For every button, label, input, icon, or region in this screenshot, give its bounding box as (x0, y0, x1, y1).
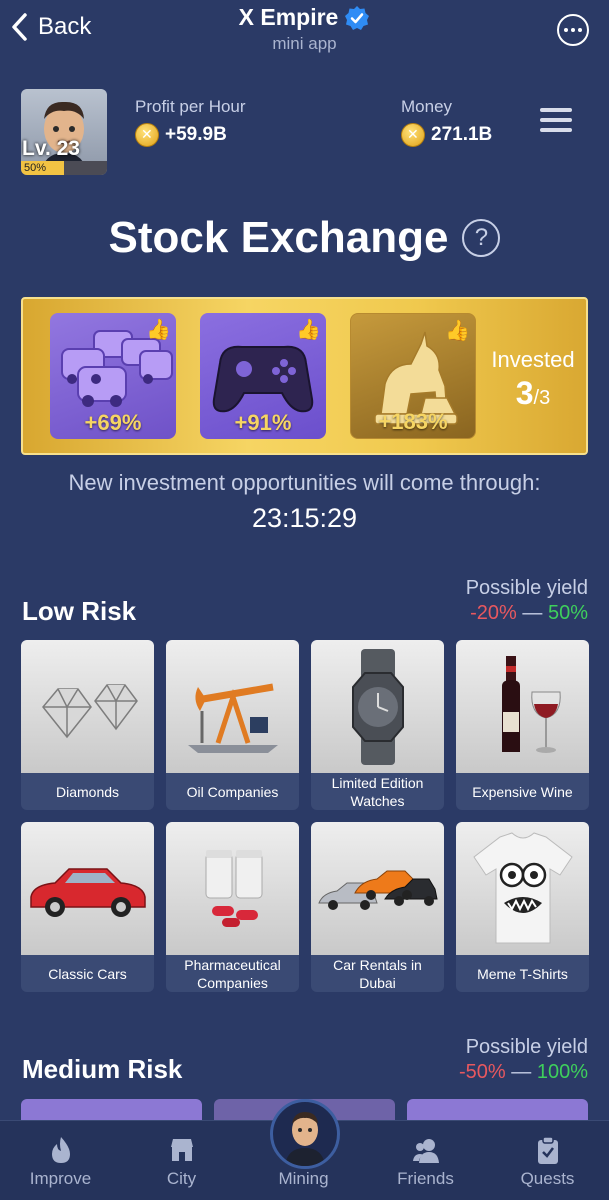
profit-per-hour: Profit per Hour +59.9B (135, 97, 246, 147)
yield-max: 50% (547, 602, 588, 624)
invested-total: /3 (533, 387, 551, 409)
nav-city[interactable]: City (121, 1121, 242, 1200)
asset-card-wine[interactable]: Expensive Wine (456, 640, 589, 810)
profit-label: Profit per Hour (135, 97, 246, 116)
invested-percent: +183% (378, 409, 448, 434)
yield-label: Possible yield (465, 1036, 588, 1058)
money-label: Money (401, 97, 453, 116)
level-progress-bar: 50% (21, 161, 107, 175)
level-progress-label: 50% (24, 162, 47, 174)
asset-card-label: Car Rentals in Dubai (333, 956, 422, 991)
invested-label: Invested (491, 347, 575, 372)
nav-quests[interactable]: Quests (487, 1121, 608, 1200)
asset-card-label: Classic Cars (48, 965, 127, 982)
app-title-block: X Empire mini app (0, 4, 609, 54)
low-risk-grid: Diamonds Oil Companies Limited Edition W… (21, 640, 589, 992)
avatar-portrait-icon (285, 1112, 325, 1166)
countdown-timer: 23:15:29 (251, 503, 358, 533)
low-risk-yield: Possible yield -20% — 50% (466, 577, 588, 625)
next-opportunity-notice: New investment opportunities will come t… (68, 470, 541, 495)
yield-separator: — (511, 1061, 532, 1083)
verified-badge-icon (345, 5, 370, 30)
money-value: 271.1B (431, 124, 493, 145)
classic-car-icon (30, 867, 146, 917)
asset-card-pharmaceutical[interactable]: Pharmaceutical Companies (166, 822, 299, 992)
diamond-icon (41, 683, 138, 738)
app-title: X Empire (239, 4, 371, 31)
tshirt-icon (472, 831, 573, 943)
asset-card-watches[interactable]: Limited Edition Watches (311, 640, 444, 810)
dot-icon (578, 28, 582, 32)
asset-card-label: Diamonds (55, 783, 120, 800)
profit-value: +59.9B (165, 124, 227, 145)
hamburger-menu-button[interactable] (540, 108, 572, 132)
invested-count: 3 (515, 375, 534, 411)
yield-label: Possible yield (465, 577, 588, 599)
thumbs-up-icon: 👍 (445, 320, 470, 342)
flame-icon (51, 1137, 70, 1163)
more-options-button[interactable] (557, 14, 589, 46)
invested-summary: Invested 3/3 (483, 347, 583, 412)
invested-card-vans[interactable]: 👍 +69% (50, 313, 176, 439)
yield-separator: — (522, 602, 543, 624)
thumbs-up-icon: 👍 (296, 319, 321, 341)
asset-card-diamonds[interactable]: Diamonds (21, 640, 154, 810)
nav-improve[interactable]: Improve (0, 1121, 121, 1200)
friends-icon (412, 1139, 439, 1163)
nav-friends[interactable]: Friends (365, 1121, 486, 1200)
mining-avatar-button[interactable] (270, 1099, 340, 1169)
avatar[interactable]: Lv. 23 50% (21, 89, 107, 175)
invested-percent: +91% (234, 410, 292, 435)
asset-card-label: Limited Edition Watches (331, 774, 424, 809)
asset-card-meme-tshirts[interactable]: Meme T-Shirts (456, 822, 589, 992)
asset-card-label: Oil Companies (186, 783, 279, 800)
dot-icon (564, 28, 568, 32)
asset-card-label: Meme T-Shirts (477, 965, 568, 982)
asset-card-label: Expensive Wine (472, 783, 573, 800)
invested-card-unicorn[interactable]: 👍 +183% (350, 313, 476, 439)
help-icon[interactable]: ? (462, 219, 501, 257)
page-heading: Stock Exchange ? (0, 213, 609, 263)
pills-icon (205, 849, 262, 927)
level-label: Lv. 23 (22, 137, 80, 160)
invested-percent: +69% (84, 410, 142, 435)
dot-icon (571, 28, 575, 32)
page-title: Stock Exchange (108, 213, 449, 262)
sports-cars-icon (318, 870, 438, 910)
asset-card-classic-cars[interactable]: Classic Cars (21, 822, 154, 992)
app-subtitle: mini app (272, 34, 337, 53)
asset-card-car-rentals[interactable]: Car Rentals in Dubai (311, 822, 444, 992)
clipboard-check-icon (537, 1136, 558, 1164)
yield-max: 100% (536, 1061, 588, 1083)
yield-min: -20% (470, 602, 517, 624)
watch-icon (351, 648, 404, 765)
medium-risk-yield: Possible yield -50% — 100% (459, 1036, 588, 1084)
asset-card-oil-companies[interactable]: Oil Companies (166, 640, 299, 810)
top-bar: Back X Empire mini app (0, 0, 609, 70)
coin-icon (401, 123, 425, 147)
oil-pump-icon (187, 683, 278, 753)
yield-min: -50% (459, 1061, 506, 1083)
thumbs-up-icon: 👍 (146, 319, 171, 341)
shop-icon (170, 1139, 193, 1161)
invested-card-gamepad[interactable]: 👍 +91% (200, 313, 326, 439)
low-risk-title: Low Risk (22, 596, 137, 626)
money: Money 271.1B (401, 97, 492, 147)
invested-panel: 👍 +69% 👍 +91% 👍 +183% Invested 3/3 (21, 297, 588, 455)
coin-up-icon (135, 123, 159, 147)
wine-icon (501, 655, 561, 753)
asset-card-label: Pharmaceutical Companies (184, 956, 281, 991)
medium-risk-title: Medium Risk (22, 1054, 183, 1084)
